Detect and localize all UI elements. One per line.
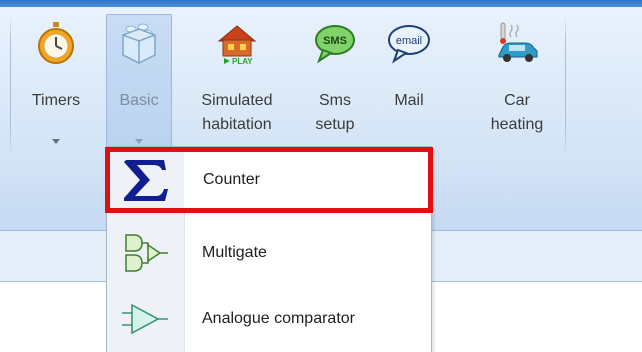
- mail-button[interactable]: email Mail: [380, 14, 438, 154]
- menu-item-analogue-comparator[interactable]: Analogue comparator: [107, 286, 431, 352]
- simulated-habitation-label: Simulated habitation: [189, 89, 285, 137]
- label-line: Car: [504, 92, 530, 109]
- logic-gates-icon: [120, 231, 170, 275]
- stopwatch-icon: [34, 21, 78, 65]
- label-line: Sms: [319, 92, 351, 109]
- play-caption: PLAY: [232, 57, 253, 65]
- email-bubble-icon: email: [387, 21, 431, 65]
- timers-button[interactable]: Timers: [14, 14, 98, 154]
- email-caption: email: [396, 35, 422, 47]
- comparator-icon: [120, 297, 170, 341]
- sms-bubble-icon: SMS: [313, 21, 357, 65]
- basic-button[interactable]: Basic: [106, 14, 172, 154]
- label-line: habitation: [202, 116, 272, 133]
- label-line: heating: [490, 116, 544, 133]
- basic-label: Basic: [119, 92, 159, 109]
- simulated-habitation-button[interactable]: PLAY Simulated habitation: [188, 14, 286, 154]
- basic-dropdown-menu: Counter Multigate Analogue comparator: [105, 146, 433, 352]
- mail-label: Mail: [394, 92, 424, 109]
- ribbon-group-separator: [10, 14, 11, 156]
- house-play-icon: PLAY: [215, 21, 259, 66]
- sms-caption: SMS: [323, 35, 347, 47]
- chevron-down-icon[interactable]: [135, 139, 143, 144]
- sigma-icon: [120, 158, 170, 202]
- timers-label: Timers: [31, 92, 81, 109]
- menu-item-counter[interactable]: Counter: [105, 147, 433, 213]
- sms-setup-label: Sms setup: [301, 89, 369, 137]
- lego-brick-icon: [117, 21, 161, 65]
- ribbon-group-separator: [565, 14, 566, 156]
- menu-item-label: Multigate: [202, 244, 267, 261]
- car-heating-button[interactable]: Car heating: [476, 14, 558, 154]
- title-bar-strip: [0, 0, 642, 7]
- sms-setup-button[interactable]: SMS Sms setup: [300, 14, 370, 154]
- menu-item-multigate[interactable]: Multigate: [107, 220, 431, 286]
- label-line: setup: [315, 116, 355, 133]
- car-heating-icon: [495, 21, 539, 65]
- label-line: Simulated: [201, 92, 273, 109]
- car-heating-label: Car heating: [477, 89, 557, 137]
- chevron-down-icon[interactable]: [52, 139, 60, 144]
- menu-item-label: Counter: [203, 171, 260, 188]
- menu-item-label: Analogue comparator: [202, 310, 355, 327]
